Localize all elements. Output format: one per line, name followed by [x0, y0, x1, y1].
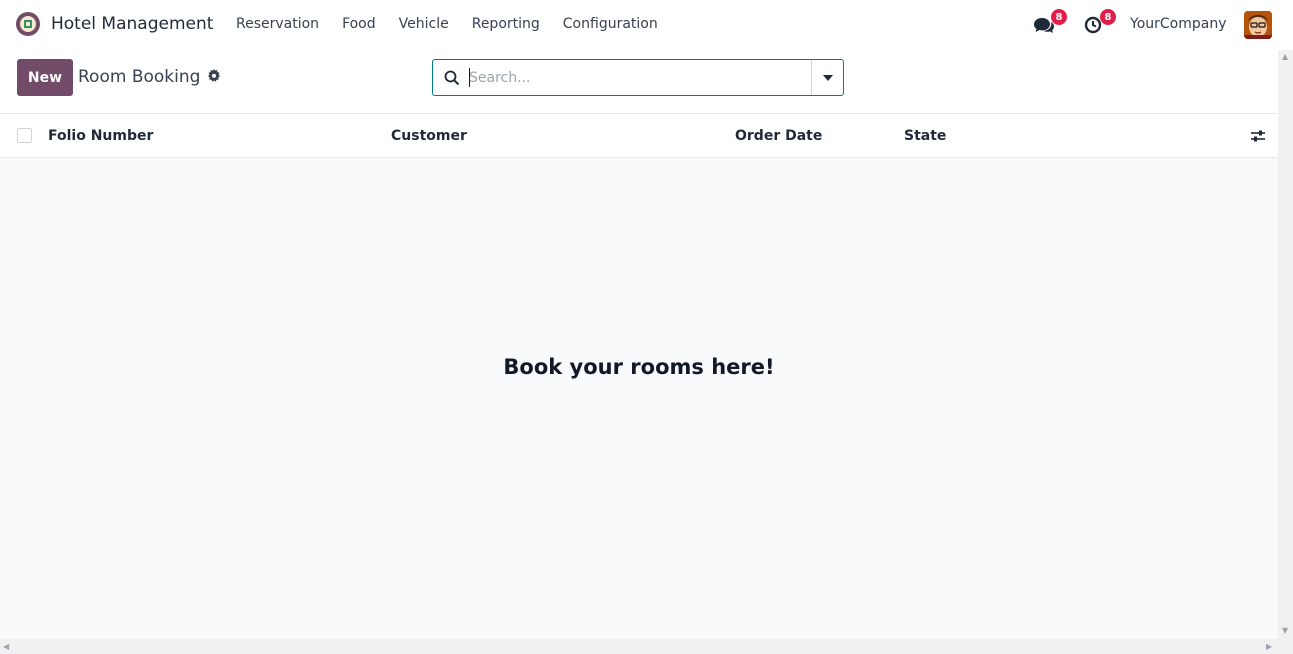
gear-icon[interactable] — [207, 69, 221, 83]
column-customer[interactable]: Customer — [391, 128, 467, 144]
menu-item-configuration[interactable]: Configuration — [563, 16, 658, 32]
column-folio-number[interactable]: Folio Number — [48, 128, 153, 144]
breadcrumb: Room Booking — [78, 67, 201, 87]
scroll-right-icon[interactable]: ▶ — [1266, 642, 1272, 651]
new-button[interactable]: New — [17, 59, 73, 96]
scroll-down-icon[interactable]: ▼ — [1282, 626, 1288, 635]
control-panel: New Room Booking — [0, 50, 1278, 114]
search-input[interactable] — [469, 68, 799, 88]
select-all-checkbox[interactable] — [17, 128, 32, 143]
messages-button[interactable]: 8 — [1033, 9, 1067, 35]
caret-down-icon — [822, 74, 833, 81]
list-header: Folio Number Customer Order Date State — [0, 114, 1278, 158]
scroll-up-icon[interactable]: ▲ — [1282, 52, 1288, 61]
app-icon[interactable] — [16, 12, 40, 36]
search-bar — [432, 59, 844, 96]
user-avatar[interactable] — [1244, 11, 1272, 39]
hotel-icon — [24, 20, 32, 28]
main-menu: Reservation Food Vehicle Reporting Confi… — [236, 16, 681, 32]
menu-item-reservation[interactable]: Reservation — [236, 16, 319, 32]
optional-columns-icon[interactable] — [1250, 128, 1266, 144]
menu-item-reporting[interactable]: Reporting — [472, 16, 540, 32]
empty-state-message: Book your rooms here! — [503, 355, 775, 379]
messages-badge: 8 — [1051, 9, 1067, 25]
menu-item-vehicle[interactable]: Vehicle — [399, 16, 449, 32]
search-options-toggle[interactable] — [811, 60, 843, 95]
vertical-scrollbar[interactable]: ▲ ▼ — [1278, 50, 1293, 640]
text-cursor — [469, 68, 470, 87]
top-navbar: Hotel Management Reservation Food Vehicl… — [0, 0, 1293, 50]
scroll-left-icon[interactable]: ◀ — [3, 642, 9, 651]
column-state[interactable]: State — [904, 128, 946, 144]
activities-button[interactable]: 8 — [1082, 9, 1116, 35]
activities-badge: 8 — [1100, 9, 1116, 25]
app-name[interactable]: Hotel Management — [51, 14, 213, 34]
column-order-date[interactable]: Order Date — [735, 128, 822, 144]
horizontal-scrollbar[interactable]: ◀ ▶ — [0, 639, 1293, 654]
company-switcher[interactable]: YourCompany — [1130, 16, 1227, 32]
avatar-image — [1244, 11, 1272, 39]
search-icon — [444, 70, 460, 86]
menu-item-food[interactable]: Food — [342, 16, 376, 32]
